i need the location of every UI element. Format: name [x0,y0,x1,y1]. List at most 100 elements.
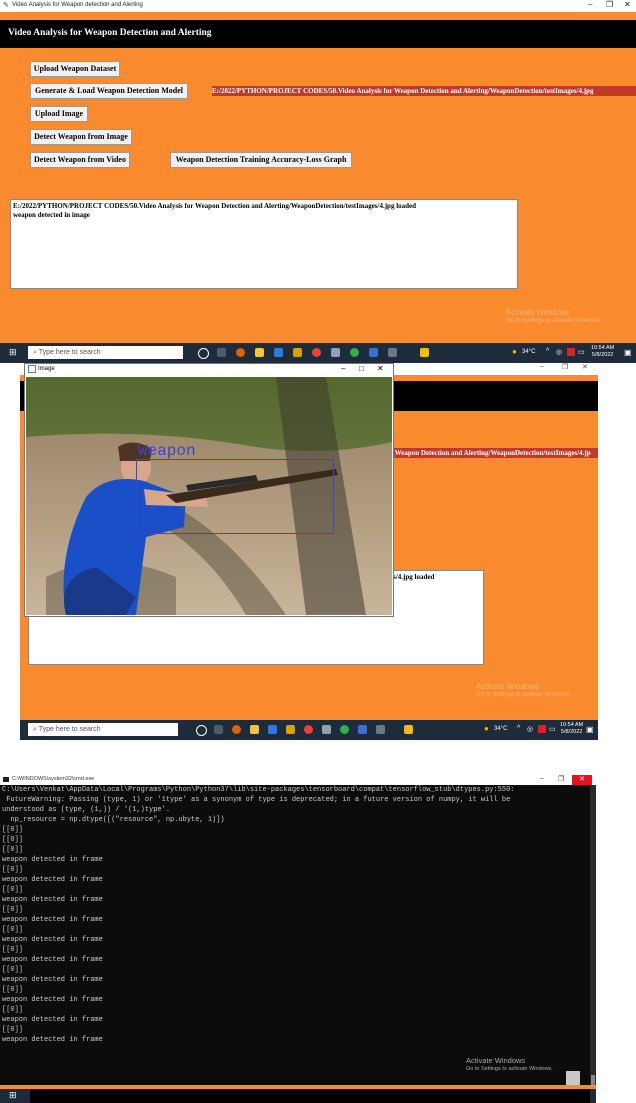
firefox-icon[interactable] [236,348,245,357]
taskbar-search[interactable]: ⌕ Type here to search [28,346,183,359]
console-line: [[0]] [2,906,24,914]
console-line: weapon detected in frame [2,1036,103,1044]
weather-icon: ● [484,724,489,733]
detect-video-button[interactable]: Detect Weapon from Video [30,152,130,168]
app-icon[interactable] [331,348,340,357]
maximize-button[interactable]: ❐ [558,775,564,783]
cmd-console-output: C:\Users\Venkat\AppData\Local\Programs\P… [2,785,588,1085]
console-line: weapon detected in frame [2,876,103,884]
close-button[interactable]: ✕ [572,775,592,785]
task-view-icon[interactable] [217,348,226,357]
network-icon[interactable]: ◎ [527,725,533,733]
app-icon[interactable] [350,348,359,357]
maximize-button[interactable]: □ [359,364,364,373]
watermark-subtitle: Go to Settings to activate Windows. [476,692,571,698]
taskbar: ⊞ ⌕ Type here to search ● 34°C ^ ◎ ▭ 10:… [20,720,598,740]
console-line: weapon detected in frame [2,956,103,964]
console-line: [[0]] [2,966,24,974]
console-line: [[0]] [2,836,24,844]
console-line: [[0]] [2,1026,24,1034]
app-icon[interactable] [358,725,367,734]
terminal-icon[interactable] [376,725,385,734]
taskbar-strip [30,1089,590,1103]
watermark-title: Activate Windows [506,308,570,317]
taskbar-search[interactable]: ⌕ Type here to search [28,723,178,736]
chrome-icon[interactable] [304,725,313,734]
notifications-icon[interactable]: ▣ [586,725,594,734]
search-app-icon[interactable] [274,348,283,357]
file-explorer-icon[interactable] [250,725,259,734]
console-line: [[0]] [2,886,24,894]
generate-model-button[interactable]: Generate & Load Weapon Detection Model [30,83,188,99]
upload-image-button[interactable]: Upload Image [30,106,88,122]
antivirus-icon[interactable] [567,348,575,356]
close-button[interactable]: ✕ [582,363,588,371]
volume-icon[interactable]: ▭ [578,348,585,356]
output-line: E:/2022/PYTHON/PROJECT CODES/50.Video An… [13,202,417,210]
cortana-icon[interactable] [198,348,209,359]
output-textarea[interactable]: E:/2022/PYTHON/PROJECT CODES/50.Video An… [10,199,518,289]
output-line: weapon detected in image [13,211,90,219]
activate-windows-watermark: Activate Windows Go to Settings to activ… [466,1056,553,1074]
weather-icon: ● [512,347,517,356]
folder-icon[interactable] [293,348,302,357]
minimize-button[interactable]: – [540,363,544,370]
image-window-titlebar: Image – □ ✕ [25,364,393,376]
firefox-icon[interactable] [232,725,241,734]
weather-temp: 34°C [494,726,508,732]
upload-dataset-button[interactable]: Upload Weapon Dataset [30,61,120,77]
python-icon[interactable] [420,348,429,357]
clock[interactable]: 10:54 AM 5/8/2022 [560,722,583,736]
image-window: Image – □ ✕ Weapon [24,363,394,617]
console-line: weapon detected in frame [2,916,103,924]
task-view-icon[interactable] [214,725,223,734]
console-line: understood as (type, (1,)) / '(1,)type'. [2,806,171,814]
cortana-icon[interactable] [196,725,207,736]
watermark-title: Activate Windows [466,1056,526,1065]
maximize-button[interactable]: ❐ [606,0,613,9]
close-button[interactable]: ✕ [624,0,631,9]
window-title: Video Analysis for Weapon detection and … [12,2,143,8]
tray-chevron-icon[interactable]: ^ [546,348,549,355]
image-icon [28,365,36,373]
detect-image-button[interactable]: Detect Weapon from Image [30,129,132,145]
image-path-label: r Weapon Detection and Alerting/WeaponDe… [390,448,598,458]
windows-start-icon[interactable]: ⊞ [9,347,17,358]
accuracy-loss-graph-button[interactable]: Weapon Detection Training Accuracy-Loss … [170,152,352,168]
volume-icon[interactable]: ▭ [549,725,556,733]
terminal-icon[interactable] [388,348,397,357]
watermark-subtitle: Go to Settings to activate Windows. [466,1066,553,1072]
image-window-title: Image [38,366,55,372]
app-icon[interactable] [369,348,378,357]
search-placeholder: Type here to search [38,726,101,733]
file-explorer-icon[interactable] [255,348,264,357]
maximize-button[interactable]: ❐ [562,363,568,371]
console-line: [[0]] [2,946,24,954]
weather-temp: 34°C [522,349,536,355]
close-button[interactable]: ✕ [377,364,384,373]
windows-start-icon[interactable]: ⊞ [9,1090,17,1101]
clock[interactable]: 10:54 AM 5/8/2022 [591,345,614,359]
cmd-icon [3,777,9,782]
tray-chevron-icon[interactable]: ^ [517,725,520,732]
console-line: weapon detected in frame [2,1016,103,1024]
network-icon[interactable]: ◎ [556,348,562,356]
clock-date: 5/8/2022 [591,352,614,358]
folder-icon[interactable] [286,725,295,734]
cmd-window-title: C:\WINDOWS\system32\cmd.exe [12,776,95,782]
python-icon[interactable] [404,725,413,734]
notifications-icon[interactable]: ▣ [624,348,632,357]
antivirus-icon[interactable] [538,725,546,733]
scrollbar[interactable] [590,785,596,1091]
app-icon[interactable] [322,725,331,734]
console-line: weapon detected in frame [2,976,103,984]
app-icon[interactable] [340,725,349,734]
restore-tile-icon[interactable] [566,1071,580,1085]
minimize-button[interactable]: – [540,775,544,782]
minimize-button[interactable]: – [341,364,345,373]
console-line: [[0]] [2,826,24,834]
minimize-button[interactable]: – [588,0,592,9]
console-line: weapon detected in frame [2,936,103,944]
chrome-icon[interactable] [312,348,321,357]
search-app-icon[interactable] [268,725,277,734]
